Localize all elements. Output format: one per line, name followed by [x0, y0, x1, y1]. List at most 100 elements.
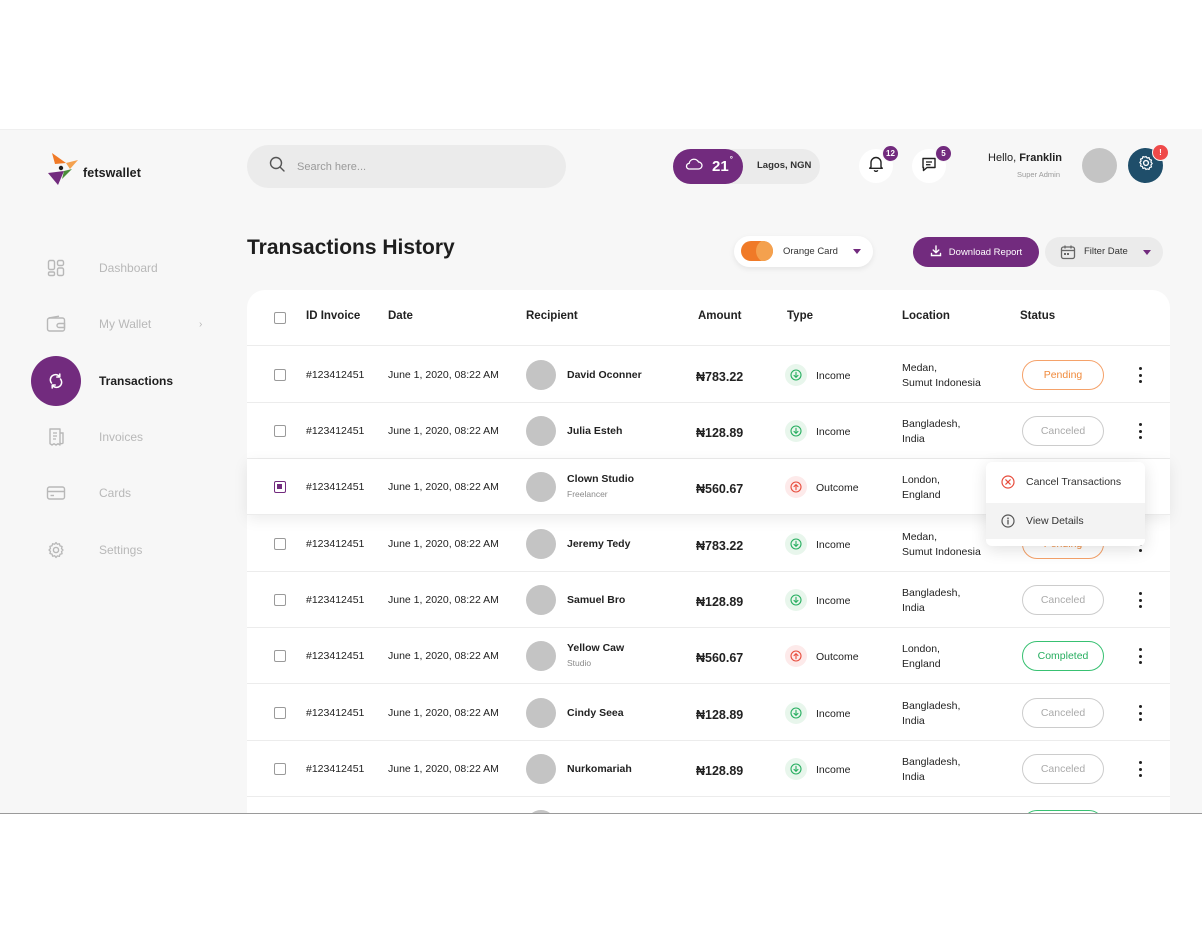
card-icon [46, 483, 66, 503]
header-id-invoice[interactable]: ID Invoice [306, 310, 360, 322]
location-line-2: India [902, 602, 925, 614]
transaction-date: June 1, 2020, 08:22 AM [388, 650, 499, 662]
message-count-badge: 5 [935, 145, 952, 162]
transaction-location: Bangladesh, India [902, 417, 960, 447]
table-row[interactable]: #123412451 June 1, 2020, 08:22 AM Cindy … [247, 685, 1170, 741]
invoice-id: #123412451 [306, 481, 365, 493]
more-options-icon[interactable] [1135, 705, 1145, 721]
income-arrow-icon [785, 533, 807, 555]
location-line-1: Bangladesh, [902, 700, 961, 712]
transaction-location: Bangladesh, India [902, 755, 960, 785]
income-arrow-icon [785, 758, 807, 780]
sidebar-item-settings[interactable]: Settings [0, 525, 230, 575]
search-bar[interactable] [247, 145, 566, 188]
filter-date-label: Filter Date [1084, 246, 1128, 257]
transaction-amount: ₦128.89 [696, 764, 744, 778]
row-checkbox[interactable] [274, 369, 286, 381]
more-options-icon[interactable] [1135, 761, 1145, 777]
chevron-right-icon: › [199, 318, 203, 330]
more-options-icon[interactable] [1135, 367, 1145, 383]
messages-button[interactable]: 5 [912, 145, 952, 183]
sidebar-item-label: Invoices [99, 430, 144, 444]
transaction-amount: ₦128.89 [696, 595, 744, 609]
status-badge: Canceled [1022, 754, 1104, 784]
transaction-type: Income [816, 764, 851, 776]
info-icon [1001, 514, 1015, 531]
header-recipient[interactable]: Recipient [526, 310, 578, 322]
location-line-2: India [902, 433, 925, 445]
more-options-icon[interactable] [1135, 648, 1145, 664]
logo-mark-icon [46, 151, 80, 187]
status-badge [1022, 810, 1104, 813]
header-location[interactable]: Location [902, 310, 950, 322]
location-line-1: Medan, [902, 531, 938, 543]
transaction-date: June 1, 2020, 08:22 AM [388, 481, 499, 493]
more-options-icon[interactable] [1135, 423, 1145, 439]
table-row[interactable]: #123412451 June 1, 2020, 08:22 AM Samuel… [247, 572, 1170, 628]
income-arrow-icon [785, 420, 807, 442]
invoice-id: #123412451 [306, 707, 365, 719]
row-checkbox[interactable] [274, 707, 286, 719]
row-checkbox[interactable] [274, 538, 286, 550]
card-select-dropdown[interactable]: Orange Card [734, 236, 873, 267]
row-checkbox[interactable] [274, 594, 286, 606]
cloud-icon [685, 157, 703, 176]
weather-degree: ° [729, 155, 733, 164]
table-row[interactable]: #123412451 June 1, 2020, 08:22 AM Yellow… [247, 628, 1170, 684]
bell-icon [868, 155, 884, 177]
cancel-transactions-menu-item[interactable]: Cancel Transactions [986, 464, 1145, 500]
app-window: fetswallet 21 ° Lagos, NGN 12 5 Hello, [0, 129, 1202, 814]
transaction-type: Income [816, 370, 851, 382]
filter-date-button[interactable]: Filter Date [1045, 237, 1163, 267]
recipient-avatar [526, 641, 556, 671]
settings-icon [46, 540, 66, 560]
notification-count-badge: 12 [882, 145, 899, 162]
location-line-2: India [902, 715, 925, 727]
download-report-button[interactable]: Download Report [913, 237, 1039, 267]
location-line-1: Medan, [902, 362, 938, 374]
sidebar-item-cards[interactable]: Cards [0, 468, 230, 518]
table-header: ID Invoice Date Recipient Amount Type Lo… [247, 290, 1170, 346]
recipient-avatar [526, 529, 556, 559]
table-row[interactable]: #123412451 June 1, 2020, 08:22 AM Nurkom… [247, 741, 1170, 797]
sidebar-item-invoices[interactable]: Invoices [0, 412, 230, 462]
sidebar-item-label: My Wallet [99, 317, 152, 331]
status-badge: Canceled [1022, 585, 1104, 615]
recipient-name: Yellow Caw [567, 642, 625, 654]
notifications-button[interactable]: 12 [859, 145, 899, 183]
wallet-icon [46, 314, 66, 334]
recipient-avatar [526, 472, 556, 502]
user-role: Super Admin [1017, 170, 1060, 179]
row-checkbox-checked[interactable] [274, 481, 286, 493]
header-status[interactable]: Status [1020, 310, 1055, 322]
row-context-menu: Cancel Transactions View Details [986, 462, 1145, 546]
row-checkbox[interactable] [274, 425, 286, 437]
row-checkbox[interactable] [274, 650, 286, 662]
row-checkbox[interactable] [274, 763, 286, 775]
transaction-amount: ₦128.89 [696, 426, 744, 440]
table-row[interactable]: #123412451 June 1, 2020, 08:22 AM Julia … [247, 403, 1170, 459]
invoice-id: #123412451 [306, 763, 365, 775]
settings-button[interactable]: ! [1128, 144, 1169, 183]
search-icon [269, 156, 285, 177]
transaction-amount: ₦128.89 [696, 708, 744, 722]
user-avatar[interactable] [1082, 148, 1117, 183]
transaction-location: Bangladesh, India [902, 586, 960, 616]
header-amount[interactable]: Amount [698, 310, 741, 322]
header-type[interactable]: Type [787, 310, 813, 322]
brand-logo[interactable]: fetswallet [46, 151, 141, 187]
search-input[interactable] [297, 160, 537, 173]
sidebar-item-label: Transactions [99, 374, 174, 388]
table-row[interactable]: #123412451 June 1, 2020, 08:22 AM David … [247, 347, 1170, 403]
more-options-icon[interactable] [1135, 592, 1145, 608]
download-icon [930, 244, 942, 260]
sidebar-item-my-wallet[interactable]: My Wallet › [0, 299, 230, 349]
transaction-type: Outcome [816, 482, 859, 494]
select-all-checkbox[interactable] [274, 312, 286, 324]
sidebar-item-dashboard[interactable]: Dashboard [0, 243, 230, 293]
header-date[interactable]: Date [388, 310, 413, 322]
transaction-amount: ₦783.22 [696, 539, 744, 553]
cancel-circle-icon [1001, 475, 1015, 492]
sidebar-item-transactions[interactable]: Transactions [0, 356, 230, 406]
view-details-menu-item[interactable]: View Details [986, 503, 1145, 539]
